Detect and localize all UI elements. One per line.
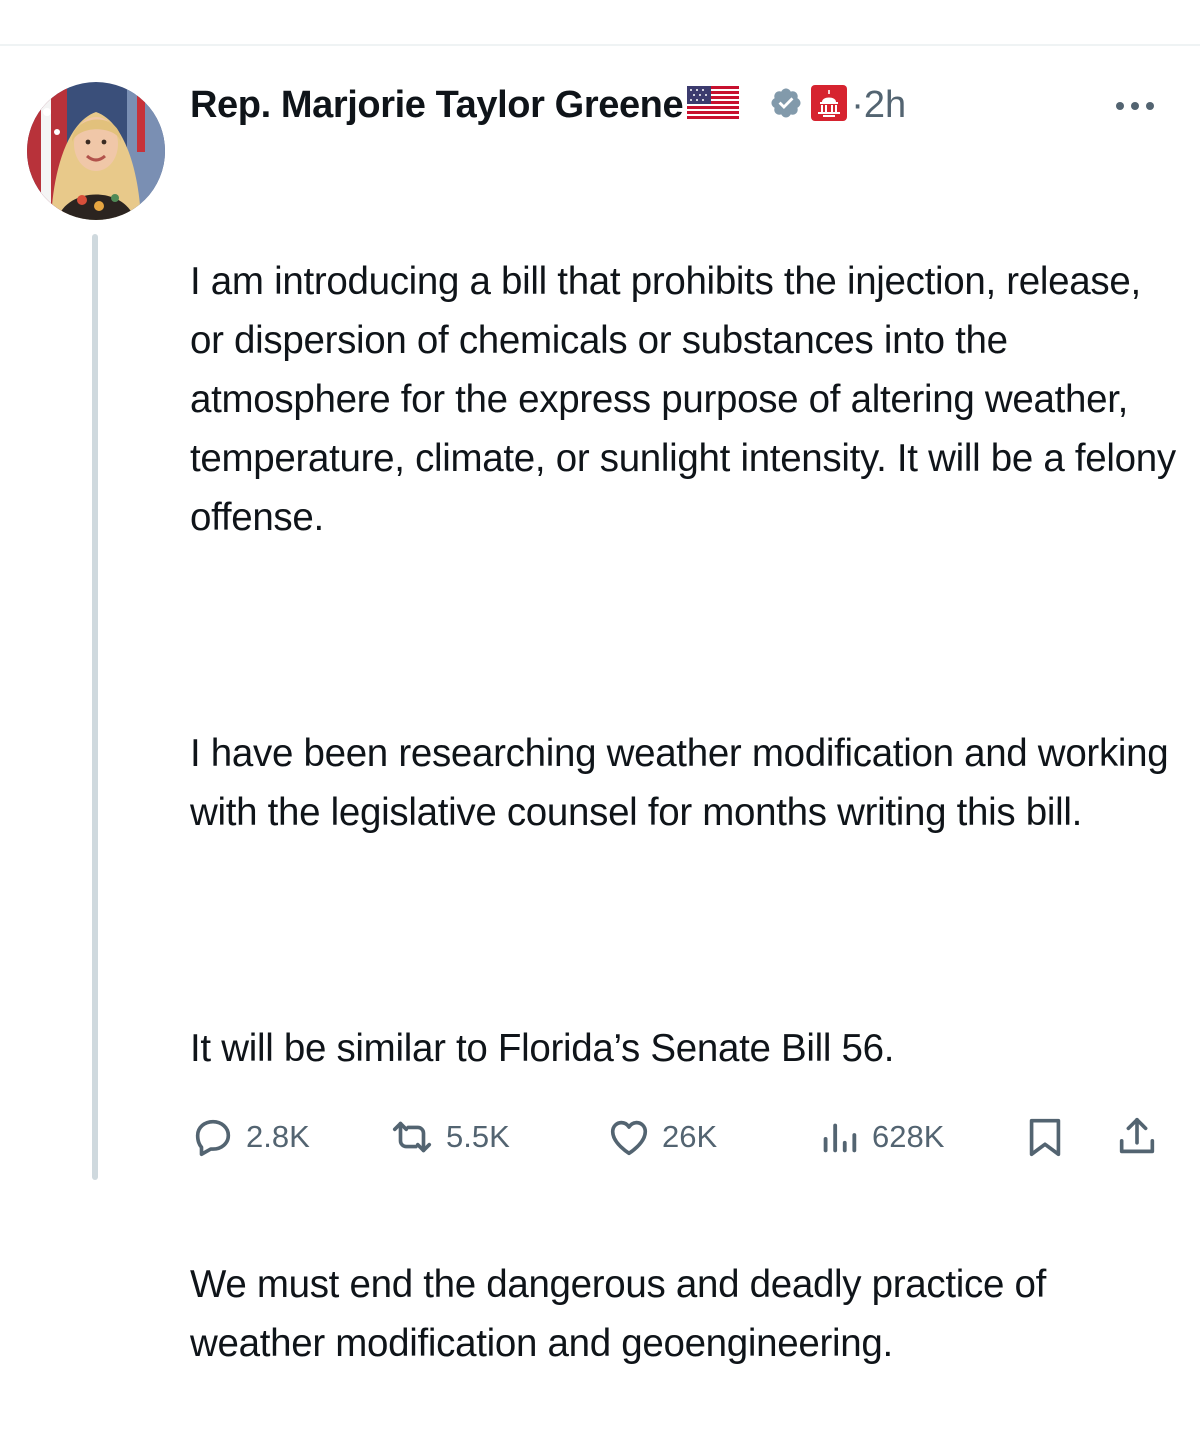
views-button[interactable]: 628K [816,1112,944,1162]
action-bar: 2.8K 5.5K 26K 628K [190,1112,1170,1162]
top-divider [0,44,1200,46]
tweet-paragraph: I am introducing a bill that prohibits t… [190,260,1187,539]
us-flag-icon [687,85,740,125]
share-icon [1119,1117,1155,1154]
tweet-paragraph: We must end the dangerous and deadly pra… [190,1263,1057,1365]
like-button[interactable]: 26K [606,1112,717,1162]
heart-icon [610,1120,648,1156]
views-icon [823,1123,857,1153]
tweet-header: Rep. Marjorie Taylor Greene ·2h [190,80,906,130]
views-count: 628K [872,1119,945,1154]
reply-button[interactable]: 2.8K [190,1112,310,1162]
bookmark-icon [1029,1118,1061,1157]
tweet-paragraph: It will be similar to Florida’s Senate B… [190,1027,895,1070]
author-name[interactable]: Rep. Marjorie Taylor Greene [190,84,684,127]
tweet-timestamp[interactable]: ·2h [851,84,906,127]
tweet-text: I am introducing a bill that prohibits t… [190,134,1180,1432]
tweet-paragraph: I have been researching weather modifica… [190,732,1179,834]
capitol-badge-icon[interactable] [811,84,848,126]
bookmark-button[interactable] [1022,1112,1068,1162]
repost-icon [392,1121,432,1153]
more-options-icon[interactable] [1108,86,1168,126]
reply-count: 2.8K [246,1119,310,1154]
thread-line [92,234,98,1180]
reply-icon [195,1119,231,1157]
repost-button[interactable]: 5.5K [388,1112,510,1162]
avatar[interactable] [27,82,165,220]
like-count: 26K [662,1119,718,1154]
repost-count: 5.5K [446,1119,510,1154]
verified-badge-icon[interactable] [769,86,803,125]
share-button[interactable] [1114,1112,1160,1162]
avatar-image [27,82,165,220]
